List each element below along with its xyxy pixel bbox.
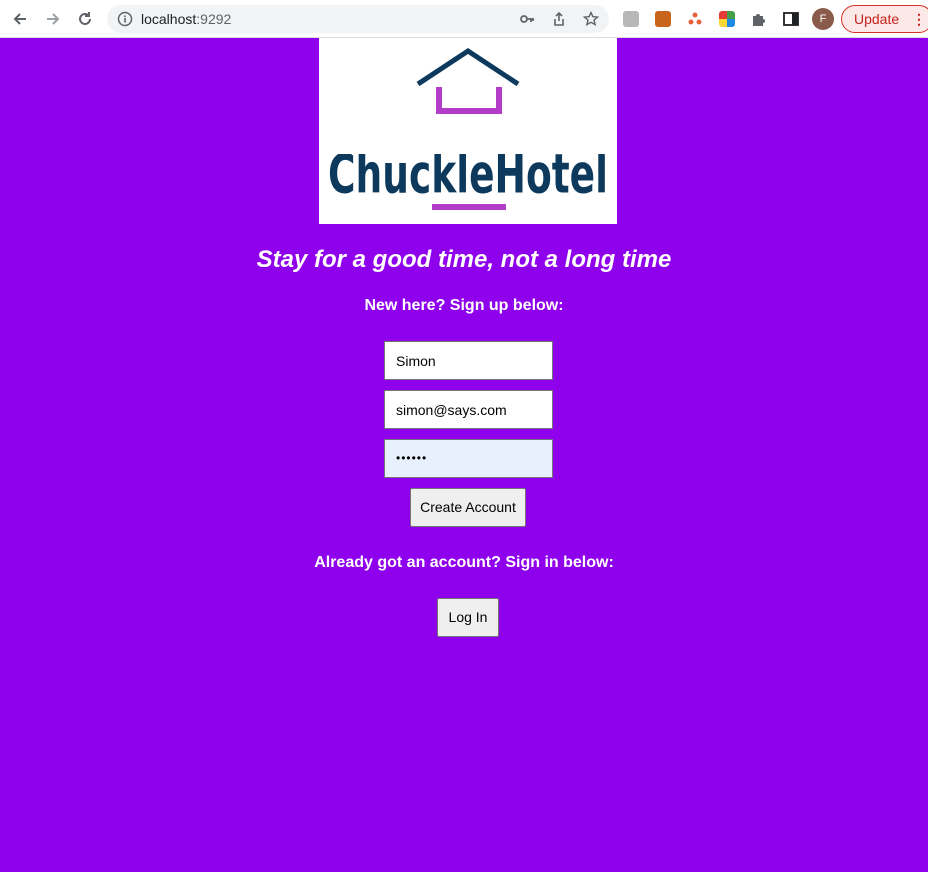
share-icon[interactable] — [551, 11, 567, 27]
email-field[interactable] — [384, 390, 553, 429]
back-icon[interactable] — [8, 7, 32, 31]
brand-wordmark: ChuckleHotel — [328, 154, 608, 206]
tagline: Stay for a good time, not a long time — [256, 246, 672, 273]
login-button[interactable]: Log In — [437, 598, 499, 637]
extensions-puzzle-icon[interactable] — [750, 10, 768, 28]
browser-toolbar: localhost:9292 F Update ⋮ — [0, 0, 928, 38]
address-bar[interactable]: localhost:9292 — [107, 5, 609, 33]
extension-tree-icon[interactable] — [687, 11, 703, 27]
password-field[interactable]: •••••• — [384, 439, 553, 478]
brand-text: ChuckleHotel — [328, 154, 608, 206]
signup-heading: New here? Sign up below: — [364, 297, 564, 314]
hotel-logo: ChuckleHotel — [319, 38, 617, 224]
forward-icon[interactable] — [41, 7, 65, 31]
profile-avatar[interactable]: F — [812, 8, 834, 30]
password-key-icon[interactable] — [519, 11, 535, 27]
reload-icon[interactable] — [73, 7, 97, 31]
create-account-button[interactable]: Create Account — [410, 488, 526, 527]
url-text: localhost:9292 — [141, 11, 232, 27]
name-field[interactable] — [384, 341, 553, 380]
signin-heading: Already got an account? Sign in below: — [314, 554, 614, 571]
extension-r-icon[interactable] — [623, 11, 639, 27]
bookmark-star-icon[interactable] — [583, 11, 599, 27]
extension-colorful-icon[interactable] — [719, 11, 735, 27]
update-button[interactable]: Update ⋮ — [841, 5, 928, 33]
side-panel-icon[interactable] — [782, 10, 800, 28]
menu-dots-icon[interactable]: ⋮ — [912, 6, 926, 32]
extension-orange-icon[interactable] — [655, 11, 671, 27]
site-info-icon[interactable] — [117, 11, 133, 27]
